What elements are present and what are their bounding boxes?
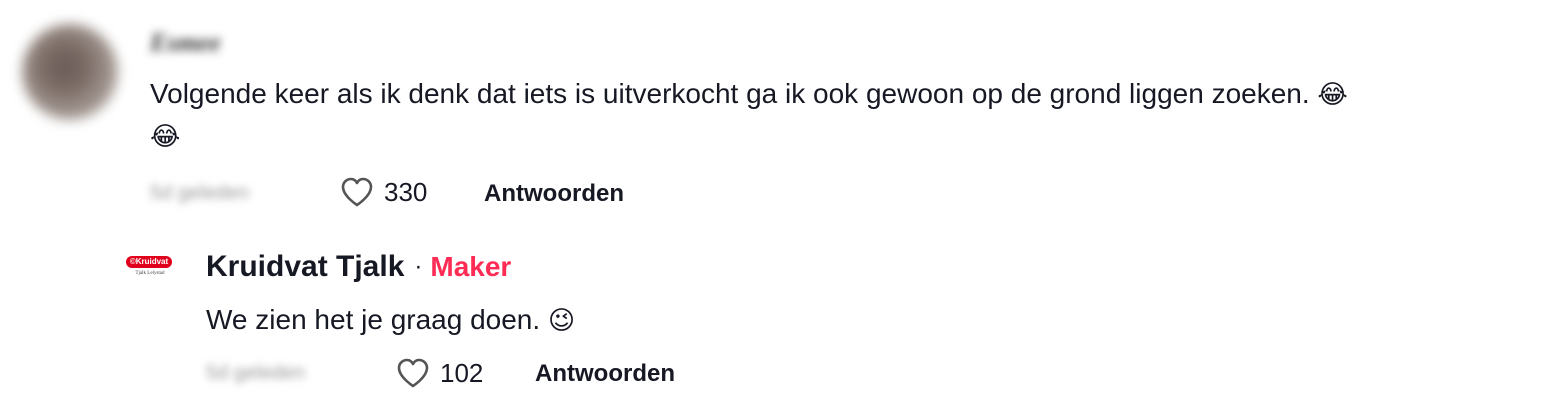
reply-button[interactable]: Antwoorden bbox=[484, 180, 624, 208]
like-button[interactable]: 330 bbox=[340, 176, 427, 208]
heart-outline-icon bbox=[341, 177, 373, 207]
like-count: 102 bbox=[440, 357, 484, 388]
laughing-emoji: 😂 bbox=[150, 122, 181, 152]
reply-header: Kruidvat Tjalk · Maker bbox=[206, 250, 511, 284]
reply-text-line: We zien het je graag doen. 😉 bbox=[206, 300, 575, 341]
like-count: 330 bbox=[384, 176, 428, 207]
laughing-emoji: 😂 bbox=[1317, 80, 1348, 110]
reply-button[interactable]: Antwoorden bbox=[535, 360, 675, 388]
comment-text-wrap: 😂 bbox=[150, 116, 180, 157]
logo-subtext: Tjalk Lelystad bbox=[135, 271, 165, 276]
heart-outline-icon bbox=[397, 358, 429, 388]
creator-avatar-logo[interactable]: ©Kruidvat Tjalk Lelystad bbox=[126, 256, 174, 282]
winking-emoji: 😉 bbox=[547, 306, 576, 336]
comment-username[interactable]: Esmee bbox=[150, 30, 250, 56]
kruidvat-logo: ©Kruidvat bbox=[126, 256, 172, 268]
separator-dot: · bbox=[414, 253, 423, 280]
avatar[interactable] bbox=[22, 24, 118, 120]
maker-badge: Maker bbox=[430, 251, 512, 282]
comment-text: Volgende keer als ik denk dat iets is ui… bbox=[150, 78, 1310, 109]
reply-time: 5d geleden bbox=[206, 362, 305, 384]
like-button[interactable]: 102 bbox=[396, 357, 483, 389]
reply-text: We zien het je graag doen. bbox=[206, 304, 541, 335]
reply-username[interactable]: Kruidvat Tjalk bbox=[206, 250, 404, 284]
comment-time: 5d geleden bbox=[150, 182, 249, 204]
comment-text-line: Volgende keer als ik denk dat iets is ui… bbox=[150, 74, 1348, 115]
